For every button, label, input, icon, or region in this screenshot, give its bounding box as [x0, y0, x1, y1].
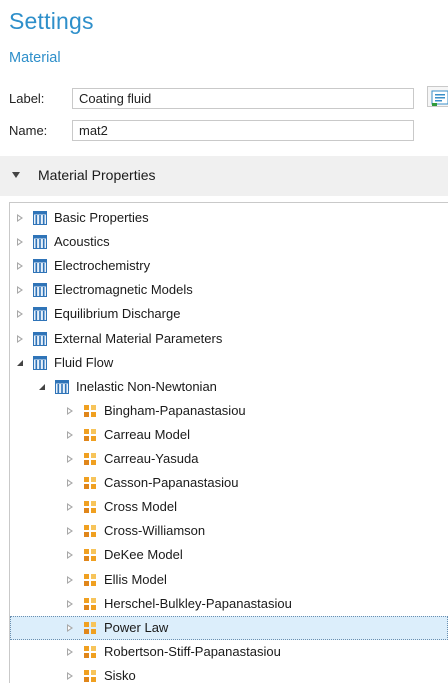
tree-model-row[interactable]: Robertson-Stiff-Papanastasiou [10, 640, 448, 664]
tree-item-label: External Material Parameters [54, 331, 223, 346]
material-properties-tree[interactable]: Basic Properties Acoustics Electrochemistr… [9, 202, 448, 683]
expand-arrow-icon[interactable] [17, 238, 23, 246]
tree-item-label: Electromagnetic Models [54, 282, 193, 297]
tree-category-row[interactable]: External Material Parameters [10, 327, 448, 351]
expand-arrow-icon[interactable] [67, 624, 73, 632]
property-group-icon [33, 332, 47, 346]
tree-item-label: Electrochemistry [54, 258, 151, 273]
tree-category-row[interactable]: Acoustics [10, 230, 448, 254]
property-group-icon [33, 283, 47, 297]
edit-note-button[interactable] [427, 86, 448, 107]
expand-arrow-icon[interactable] [67, 551, 73, 559]
tree-model-row[interactable]: Power Law [10, 616, 448, 640]
tree-item-label: DeKee Model [104, 547, 183, 562]
collapse-arrow-icon[interactable] [39, 384, 45, 390]
tree-item-label: Robertson-Stiff-Papanastasiou [104, 644, 281, 659]
tree-item-label: Basic Properties [54, 210, 149, 225]
expand-arrow-icon[interactable] [17, 335, 23, 343]
property-group-icon [33, 259, 47, 273]
expand-arrow-icon[interactable] [17, 286, 23, 294]
model-cube-icon [84, 622, 96, 634]
expand-arrow-icon[interactable] [17, 214, 23, 222]
tree-model-row[interactable]: Casson-Papanastasiou [10, 471, 448, 495]
edit-note-icon [431, 90, 448, 106]
tree-model-row[interactable]: Carreau Model [10, 423, 448, 447]
property-group-icon [33, 235, 47, 249]
model-cube-icon [84, 598, 96, 610]
expand-arrow-icon[interactable] [67, 455, 73, 463]
tree-item-label: Equilibrium Discharge [54, 306, 181, 321]
property-group-icon [33, 211, 47, 225]
model-cube-icon [84, 429, 96, 441]
section-title: Material Properties [38, 167, 156, 183]
property-group-icon [33, 356, 47, 370]
tree-model-row[interactable]: Cross-Williamson [10, 519, 448, 543]
collapse-arrow-icon[interactable] [17, 360, 23, 366]
tree-model-row[interactable]: Ellis Model [10, 568, 448, 592]
tree-model-row[interactable]: Bingham-Papanastasiou [10, 399, 448, 423]
expand-arrow-icon[interactable] [67, 431, 73, 439]
expand-arrow-icon[interactable] [17, 262, 23, 270]
model-cube-icon [84, 453, 96, 465]
property-group-icon [33, 307, 47, 321]
label-field[interactable]: Coating fluid [72, 88, 414, 109]
label-caption: Label: [9, 91, 45, 106]
tree-item-label: Sisko [104, 668, 136, 683]
model-cube-icon [84, 525, 96, 537]
tree-item-label: Fluid Flow [54, 355, 114, 370]
tree-item-label: Ellis Model [104, 572, 167, 587]
tree-subcategory-row[interactable]: Inelastic Non-Newtonian [10, 375, 448, 399]
tree-item-label: Cross-Williamson [104, 523, 206, 538]
tree-category-row[interactable]: Equilibrium Discharge [10, 302, 448, 326]
tree-model-row[interactable]: Herschel-Bulkley-Papanastasiou [10, 592, 448, 616]
page-title: Settings [9, 8, 94, 34]
tree-item-label: Cross Model [104, 499, 177, 514]
expand-arrow-icon[interactable] [67, 407, 73, 415]
tree-item-label: Herschel-Bulkley-Papanastasiou [104, 596, 292, 611]
model-cube-icon [84, 477, 96, 489]
expand-arrow-icon[interactable] [67, 527, 73, 535]
property-group-icon [55, 380, 69, 394]
tree-item-label: Casson-Papanastasiou [104, 475, 239, 490]
tree-item-label: Inelastic Non-Newtonian [76, 379, 217, 394]
expand-arrow-icon[interactable] [67, 672, 73, 680]
tree-item-label: Acoustics [54, 234, 110, 249]
expand-arrow-icon[interactable] [67, 503, 73, 511]
chevron-down-icon[interactable] [12, 172, 20, 178]
name-caption: Name: [9, 123, 48, 138]
tree-category-row[interactable]: Fluid Flow [10, 351, 448, 375]
tree-item-label: Carreau-Yasuda [104, 451, 199, 466]
tree-category-row[interactable]: Electrochemistry [10, 254, 448, 278]
expand-arrow-icon[interactable] [67, 600, 73, 608]
tree-category-row[interactable]: Electromagnetic Models [10, 278, 448, 302]
model-cube-icon [84, 405, 96, 417]
tree-model-row[interactable]: Sisko [10, 664, 448, 683]
model-cube-icon [84, 646, 96, 658]
tree-model-row[interactable]: Cross Model [10, 495, 448, 519]
tree-model-row[interactable]: DeKee Model [10, 543, 448, 567]
material-properties-header[interactable]: Material Properties [0, 156, 448, 196]
model-cube-icon [84, 501, 96, 513]
tree-item-label: Carreau Model [104, 427, 190, 442]
model-cube-icon [84, 670, 96, 682]
tree-model-row[interactable]: Carreau-Yasuda [10, 447, 448, 471]
name-field[interactable]: mat2 [72, 120, 414, 141]
expand-arrow-icon[interactable] [67, 648, 73, 656]
expand-arrow-icon[interactable] [17, 310, 23, 318]
tree-item-label: Power Law [104, 620, 169, 635]
expand-arrow-icon[interactable] [67, 576, 73, 584]
section-subtitle: Material [9, 50, 61, 66]
model-cube-icon [84, 549, 96, 561]
model-cube-icon [84, 574, 96, 586]
tree-item-label: Bingham-Papanastasiou [104, 403, 246, 418]
tree-category-row[interactable]: Basic Properties [10, 206, 448, 230]
expand-arrow-icon[interactable] [67, 479, 73, 487]
